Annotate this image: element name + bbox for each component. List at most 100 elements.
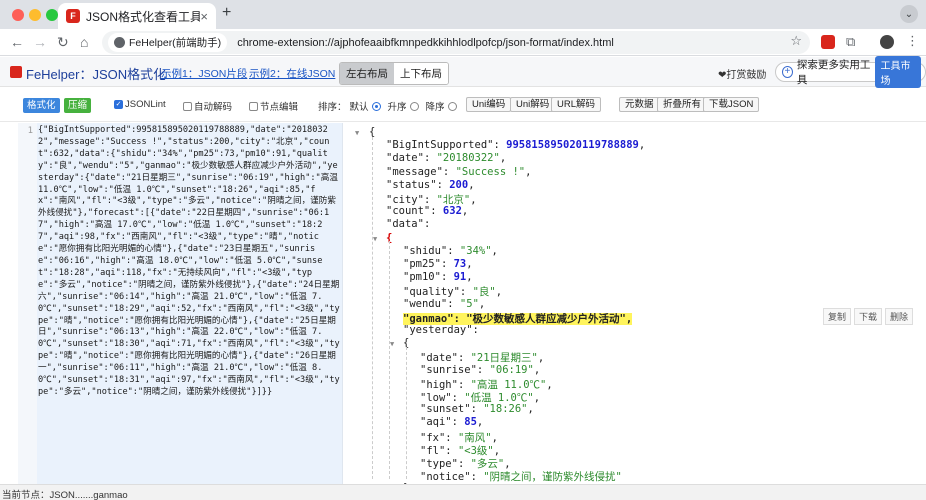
selected-node[interactable]: "ganmao": "极少数敏感人群应减少户外活动", [403,312,633,325]
sort-asc-radio[interactable] [409,101,419,111]
uni-decode-button[interactable]: Uni解码 [510,97,556,112]
app-header: FeHelper：JSON格式化 示例1：JSON片段 示例2：在线JSON 左… [0,56,926,88]
collapse-toggle-icon[interactable]: ▼ [373,235,377,243]
puzzle-icon[interactable]: ⧉ [846,34,860,49]
minimize-window-button[interactable] [29,9,41,21]
copy-node-button[interactable]: 复制 [823,308,852,325]
layout-switch: 左右布局 上下布局 [339,62,449,85]
site-chip[interactable]: FeHelper(前端助手) [108,33,228,52]
json-colon: : [457,378,471,391]
json-node-row[interactable]: "shidu": "34%", [403,245,498,257]
json-colon: : [459,286,473,299]
json-string-value: "Success !" [455,165,526,178]
json-colon: : [447,297,460,310]
json-comma: , [461,205,469,218]
delete-node-button[interactable]: 删除 [885,308,914,325]
json-node-row[interactable]: "aqi": 85, [420,416,483,428]
jsonlint-checkbox[interactable]: ✓ JSONLint [114,99,166,110]
json-colon: : [423,218,431,231]
json-comma: , [537,352,545,365]
json-colon: : [472,324,479,336]
explore-tools-button[interactable]: + 探索更多实用工具 工具市场 [775,56,926,88]
collapse-toggle-icon[interactable]: ▼ [390,340,394,348]
json-key: "sunrise" [420,363,477,376]
json-comma: , [527,403,534,416]
json-key: "pm25" [403,258,441,270]
star-icon[interactable]: ☆ [790,33,802,49]
json-node-row[interactable]: "pm10": 91, [403,271,473,283]
json-key: "fl" [420,444,446,457]
json-node-row[interactable]: "notice": "阴晴之间，谨防紫外线侵扰" [420,469,622,484]
sort-desc-radio[interactable] [447,101,457,111]
json-node-row[interactable]: "sunset": "18:26", [420,403,534,415]
json-colon: : [457,352,471,365]
json-comma: , [638,139,646,152]
tab-search-icon[interactable]: ⌄ [900,5,918,23]
collapse-toggle-icon[interactable]: ▼ [355,129,359,137]
avatar[interactable] [880,35,894,49]
json-node-row[interactable]: "status": 200, [386,179,475,191]
more-icon[interactable]: ⋮ [906,33,920,48]
raw-data-button[interactable]: 元数据 [619,97,660,112]
omnibox[interactable]: FeHelper(前端助手) chrome-extension://ajphof… [102,31,810,54]
json-node-row[interactable]: "yesterday": [403,324,479,336]
json-node-row[interactable]: "pm25": 73, [403,258,473,270]
json-node-row[interactable]: "wendu": "5", [403,298,485,310]
collapse-all-button[interactable]: 折叠所有 [657,97,708,112]
sort-default-radio[interactable] [371,101,381,111]
json-node-row[interactable]: "date": "20180322", [386,152,506,164]
example1-link[interactable]: 示例1：JSON片段 [161,66,247,81]
json-source-editor[interactable]: 1 {"BigIntSupported":9958158950201197888… [18,123,343,484]
json-string-value: "北京" [436,194,471,206]
close-window-button[interactable] [12,9,24,21]
json-source-text[interactable]: {"BigIntSupported":995815895020119788889… [38,125,341,399]
node-edit-checkbox[interactable]: 节点编辑 [249,99,298,113]
layout-left-right-button[interactable]: 左右布局 [340,63,394,84]
address-bar: ← → ↻ ⌂ FeHelper(前端助手) chrome-extension:… [0,29,926,56]
home-icon[interactable]: ⌂ [80,34,88,50]
json-key: "shidu" [403,244,448,257]
tool-market-badge[interactable]: 工具市场 [875,56,921,88]
forward-icon[interactable]: → [33,34,47,50]
extension-icon [114,37,125,48]
json-number-value: 91 [453,271,467,284]
json-node-row[interactable]: "BigIntSupported": 995815895020119788889… [386,139,645,151]
new-tab-button[interactable]: + [222,4,231,22]
sort-label: 排序： [318,102,347,113]
json-comma: , [504,458,511,470]
auto-decode-checkbox[interactable]: 自动解码 [183,99,232,113]
json-node-row[interactable]: "message": "Success !", [386,166,531,178]
line-number: 1 [27,126,33,136]
json-comma: , [499,152,507,165]
browser-tab[interactable]: F JSON格式化查看工具 × [58,3,216,29]
auto-decode-label: 自动解码 [194,102,233,113]
tab-title: JSON格式化查看工具 [86,9,201,24]
reload-icon[interactable]: ↻ [57,34,69,51]
url-decode-button[interactable]: URL解码 [551,97,602,112]
fehelper-extension-icon[interactable] [821,35,835,49]
download-json-button[interactable]: 下载JSON [703,97,760,112]
json-key: "pm10" [403,271,441,284]
json-colon: : [470,403,484,416]
fehelper-favicon-icon: F [66,9,80,23]
download-node-button[interactable]: 下载 [854,308,883,325]
format-button[interactable]: 格式化 [23,98,60,113]
sort-default-label: 默认 [349,102,369,113]
json-node-row[interactable]: "count": 632, [386,205,468,217]
url-text[interactable]: chrome-extension://ajphofeaaibfkmnpedkki… [237,37,614,49]
tab-close-icon[interactable]: × [200,9,208,24]
json-node-row[interactable]: "sunrise": "06:19", [420,364,540,376]
back-icon[interactable]: ← [10,34,24,50]
json-string-value: "阴晴之间，谨防紫外线侵扰" [483,471,622,484]
checkbox-icon [249,101,258,111]
json-key: "type" [420,458,458,470]
uni-encode-button[interactable]: Uni编码 [466,97,512,112]
json-key: "date" [386,152,424,165]
example2-link[interactable]: 示例2：在线JSON [249,66,335,81]
donate-link[interactable]: ❤打赏鼓励 [718,66,766,81]
maximize-window-button[interactable] [46,9,58,21]
json-colon: : [445,444,458,457]
json-node-row[interactable]: "data": [386,218,430,230]
layout-top-bottom-button[interactable]: 上下布局 [394,63,448,84]
compress-button[interactable]: 压缩 [64,98,92,113]
